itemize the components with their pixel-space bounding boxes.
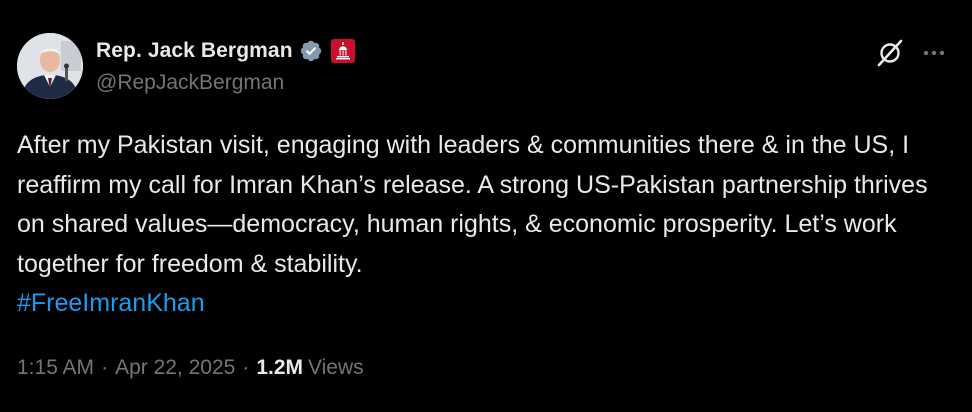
avatar-photo — [17, 33, 83, 99]
tweet-text: After my Pakistan visit, engaging with l… — [17, 126, 947, 324]
tweet-card: Rep. Jack Bergman @RepJackBergman After … — [0, 0, 972, 412]
more-options-icon[interactable] — [918, 37, 950, 69]
grok-icon[interactable] — [874, 37, 906, 69]
hashtag-link[interactable]: #FreeImranKhan — [17, 289, 205, 317]
tweet-time[interactable]: 1:15 AM — [17, 356, 94, 380]
views-label: Views — [308, 356, 364, 379]
views-count[interactable]: 1.2M — [256, 356, 303, 380]
tweet-metadata: 1:15 AM · Apr 22, 2025 · 1.2M Views — [17, 356, 364, 380]
author-display-name[interactable]: Rep. Jack Bergman — [96, 39, 293, 63]
us-capitol-badge-icon[interactable] — [330, 39, 355, 63]
author-handle[interactable]: @RepJackBergman — [96, 71, 284, 95]
meta-separator: · — [101, 356, 109, 379]
meta-separator: · — [242, 356, 250, 379]
tweet-date[interactable]: Apr 22, 2025 — [115, 356, 235, 380]
avatar[interactable] — [17, 33, 83, 99]
verified-badge-icon[interactable] — [299, 39, 323, 63]
tweet-body: After my Pakistan visit, engaging with l… — [17, 131, 935, 278]
author-name-row: Rep. Jack Bergman — [96, 36, 355, 66]
